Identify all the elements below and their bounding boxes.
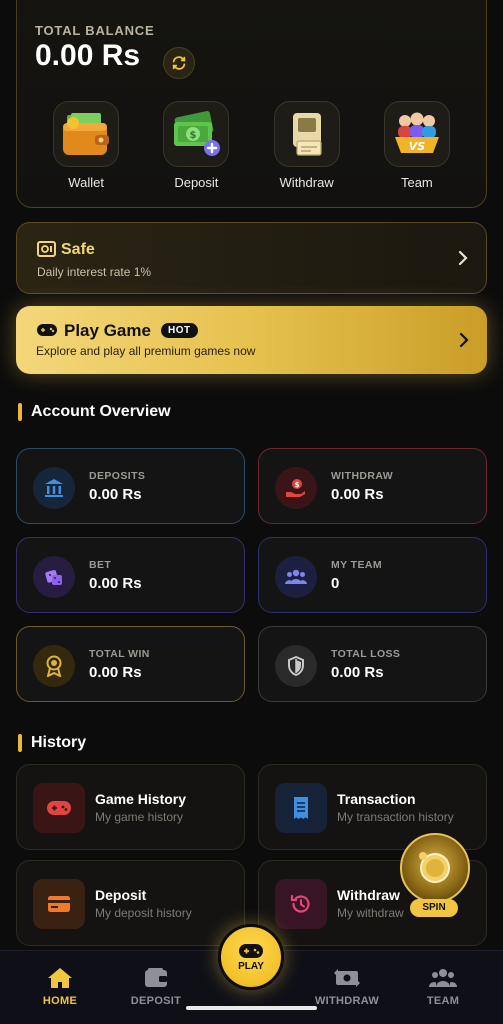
spin-widget[interactable]: SPIN (398, 833, 472, 919)
stat-label: BET (89, 559, 112, 571)
withdraw-label: Withdraw (279, 175, 334, 190)
stat-card-total-loss[interactable]: TOTAL LOSS 0.00 Rs (258, 626, 487, 702)
stat-label: DEPOSITS (89, 470, 146, 482)
wallet-icon (145, 968, 167, 987)
play-game-title: Play Game (64, 321, 151, 340)
gamepad-icon (239, 943, 263, 958)
quick-actions: Wallet $ Deposit Withdraw VS Team (17, 101, 486, 190)
deposit-action[interactable]: $ Deposit (151, 101, 241, 190)
safe-title: Safe (61, 241, 95, 258)
history-item-subtitle: My withdraw history (337, 906, 407, 920)
users-icon (275, 556, 317, 598)
withdraw-action[interactable]: Withdraw (262, 101, 352, 190)
gamepad-icon (37, 324, 57, 336)
nav-label: DEPOSIT (130, 995, 182, 1007)
stat-card-withdraw[interactable]: $ WITHDRAW 0.00 Rs (258, 448, 487, 524)
history-item-subtitle: My deposit history (95, 906, 192, 920)
stat-card-deposits[interactable]: DEPOSITS 0.00 Rs (16, 448, 245, 524)
history-item-game-history[interactable]: Game History My game history (16, 764, 245, 850)
balance-label: TOTAL BALANCE (35, 23, 155, 38)
stat-value: 0.00 Rs (89, 575, 142, 592)
nav-withdraw[interactable]: WITHDRAW (307, 951, 387, 1024)
safe-card[interactable]: Safe Daily interest rate 1% (16, 222, 487, 294)
svg-text:VS: VS (409, 140, 426, 153)
nav-label: WITHDRAW (314, 995, 380, 1007)
withdraw-icon (292, 113, 322, 156)
home-indicator (186, 1006, 317, 1010)
safe-icon (37, 241, 56, 257)
history-item-subtitle: My transaction history (337, 810, 454, 824)
chevron-right-icon (458, 250, 468, 266)
nav-home[interactable]: HOME (20, 951, 100, 1024)
deposit-icon: $ (174, 111, 221, 156)
safe-subtitle: Daily interest rate 1% (37, 265, 152, 279)
account-overview-title: Account Overview (31, 403, 171, 420)
nav-label: HOME (42, 995, 78, 1007)
spin-button[interactable]: SPIN (410, 899, 458, 917)
stat-label: MY TEAM (331, 559, 383, 571)
home-icon (48, 968, 72, 988)
team-label: Team (400, 175, 433, 190)
history-item-title: Withdraw (337, 887, 400, 903)
stat-value: 0 (331, 575, 340, 592)
wallet-action[interactable]: Wallet (41, 101, 131, 190)
stat-card-total-win[interactable]: TOTAL WIN 0.00 Rs (16, 626, 245, 702)
play-game-subtitle: Explore and play all premium games now (36, 344, 256, 358)
svg-text:$: $ (295, 481, 300, 489)
shield-icon (275, 645, 317, 687)
history-item-title: Transaction (337, 791, 416, 807)
stat-card-my-team[interactable]: MY TEAM 0 (258, 537, 487, 613)
stat-value: 0.00 Rs (331, 664, 384, 681)
play-fab-button[interactable]: PLAY (218, 924, 284, 990)
team-action[interactable]: VS Team (372, 101, 462, 190)
history-item-title: Game History (95, 791, 187, 807)
history-item-deposit[interactable]: Deposit My deposit history (16, 860, 245, 946)
chevron-right-icon (459, 332, 469, 348)
refresh-button[interactable] (163, 47, 195, 79)
award-icon (33, 645, 75, 687)
bank-icon (33, 467, 75, 509)
team-vs-icon: VS (394, 112, 439, 153)
team-icon (429, 969, 457, 987)
section-accent-bar (18, 403, 22, 421)
deposit-label: Deposit (174, 175, 219, 190)
stat-label: TOTAL WIN (89, 648, 150, 660)
play-game-card[interactable]: Play Game HOT Explore and play all premi… (16, 306, 487, 374)
cash-hand-icon: $ (275, 467, 317, 509)
play-fab-label: PLAY (238, 960, 264, 972)
nav-team[interactable]: TEAM (403, 951, 483, 1024)
gamepad-icon (33, 783, 85, 833)
section-accent-bar (18, 734, 22, 752)
receipt-icon (275, 783, 327, 833)
dice-icon (33, 556, 75, 598)
svg-text:$: $ (190, 130, 197, 141)
stat-value: 0.00 Rs (89, 486, 142, 503)
nav-label: TEAM (426, 995, 460, 1007)
balance-card: TOTAL BALANCE 0.00 Rs Wallet $ Deposit W… (16, 0, 487, 208)
account-overview-heading: Account Overview (18, 403, 171, 421)
history-icon (275, 879, 327, 929)
history-heading: History (18, 734, 86, 752)
history-item-subtitle: My game history (95, 810, 184, 824)
nav-deposit[interactable]: DEPOSIT (116, 951, 196, 1024)
exchange-icon (334, 969, 360, 987)
stat-card-bet[interactable]: BET 0.00 Rs (16, 537, 245, 613)
history-item-title: Deposit (95, 887, 147, 903)
card-icon (33, 879, 85, 929)
stat-label: TOTAL LOSS (331, 648, 401, 660)
spin-coin-icon (400, 833, 470, 903)
stat-label: WITHDRAW (331, 470, 394, 482)
wallet-icon (63, 113, 110, 155)
stat-value: 0.00 Rs (331, 486, 384, 503)
wallet-label: Wallet (68, 175, 104, 190)
hot-badge: HOT (161, 323, 198, 338)
stat-value: 0.00 Rs (89, 664, 142, 681)
history-title: History (31, 734, 87, 751)
refresh-icon (172, 56, 186, 70)
balance-amount: 0.00 Rs (35, 39, 141, 72)
